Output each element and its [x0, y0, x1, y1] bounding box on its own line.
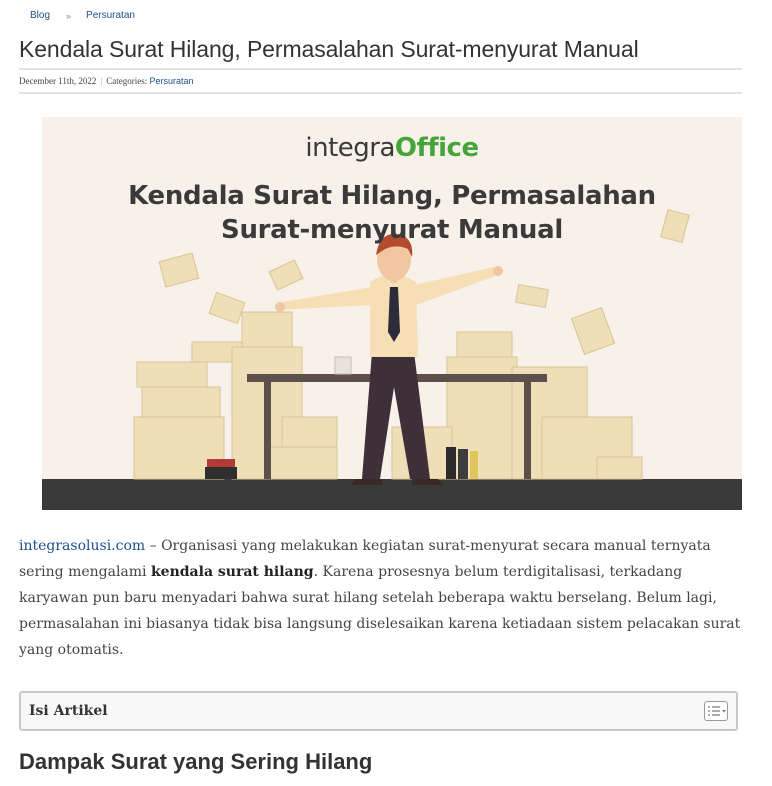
breadcrumb-category-link[interactable]: Persuratan	[86, 10, 135, 21]
categories-label: Categories:	[106, 76, 148, 86]
breadcrumb-blog-link[interactable]: Blog	[30, 10, 50, 21]
hero-brand-logo: integraOffice	[42, 133, 742, 163]
featured-image: integraOffice Kendala Surat Hilang, Perm…	[42, 117, 742, 510]
hero-title: Kendala Surat Hilang, Permasalahan Surat…	[42, 179, 742, 247]
hero-brand-part2: Office	[394, 133, 479, 163]
hero-brand-part1: integra	[305, 133, 395, 163]
page-title: Kendala Surat Hilang, Permasalahan Surat…	[19, 36, 639, 62]
category-link[interactable]: Persuratan	[149, 76, 193, 86]
post-meta: December 11th, 2022 | Categories: Persurat…	[19, 76, 194, 86]
meta-divider	[19, 92, 742, 94]
title-divider	[19, 68, 742, 70]
table-of-contents[interactable]: Isi Artikel	[19, 691, 738, 731]
list-toggle-icon[interactable]	[704, 701, 728, 721]
meta-separator: |	[100, 76, 103, 86]
intro-bold-text: kendala surat hilang	[150, 564, 314, 580]
section-heading: Dampak Surat yang Sering Hilang	[19, 749, 373, 774]
hero-title-line1: Kendala Surat Hilang, Permasalahan	[128, 181, 656, 211]
toc-title: Isi Artikel	[29, 703, 108, 719]
breadcrumb: Blog » Persuratan	[30, 10, 135, 21]
intro-site-link[interactable]: integrasolusi.com	[19, 538, 145, 554]
breadcrumb-separator: »	[66, 10, 72, 21]
hero-title-line2: Surat-menyurat Manual	[221, 215, 563, 245]
post-date: December 11th, 2022	[19, 76, 97, 86]
intro-paragraph: integrasolusi.com – Organisasi yang mela…	[19, 533, 744, 663]
hero-illustration	[42, 117, 742, 510]
